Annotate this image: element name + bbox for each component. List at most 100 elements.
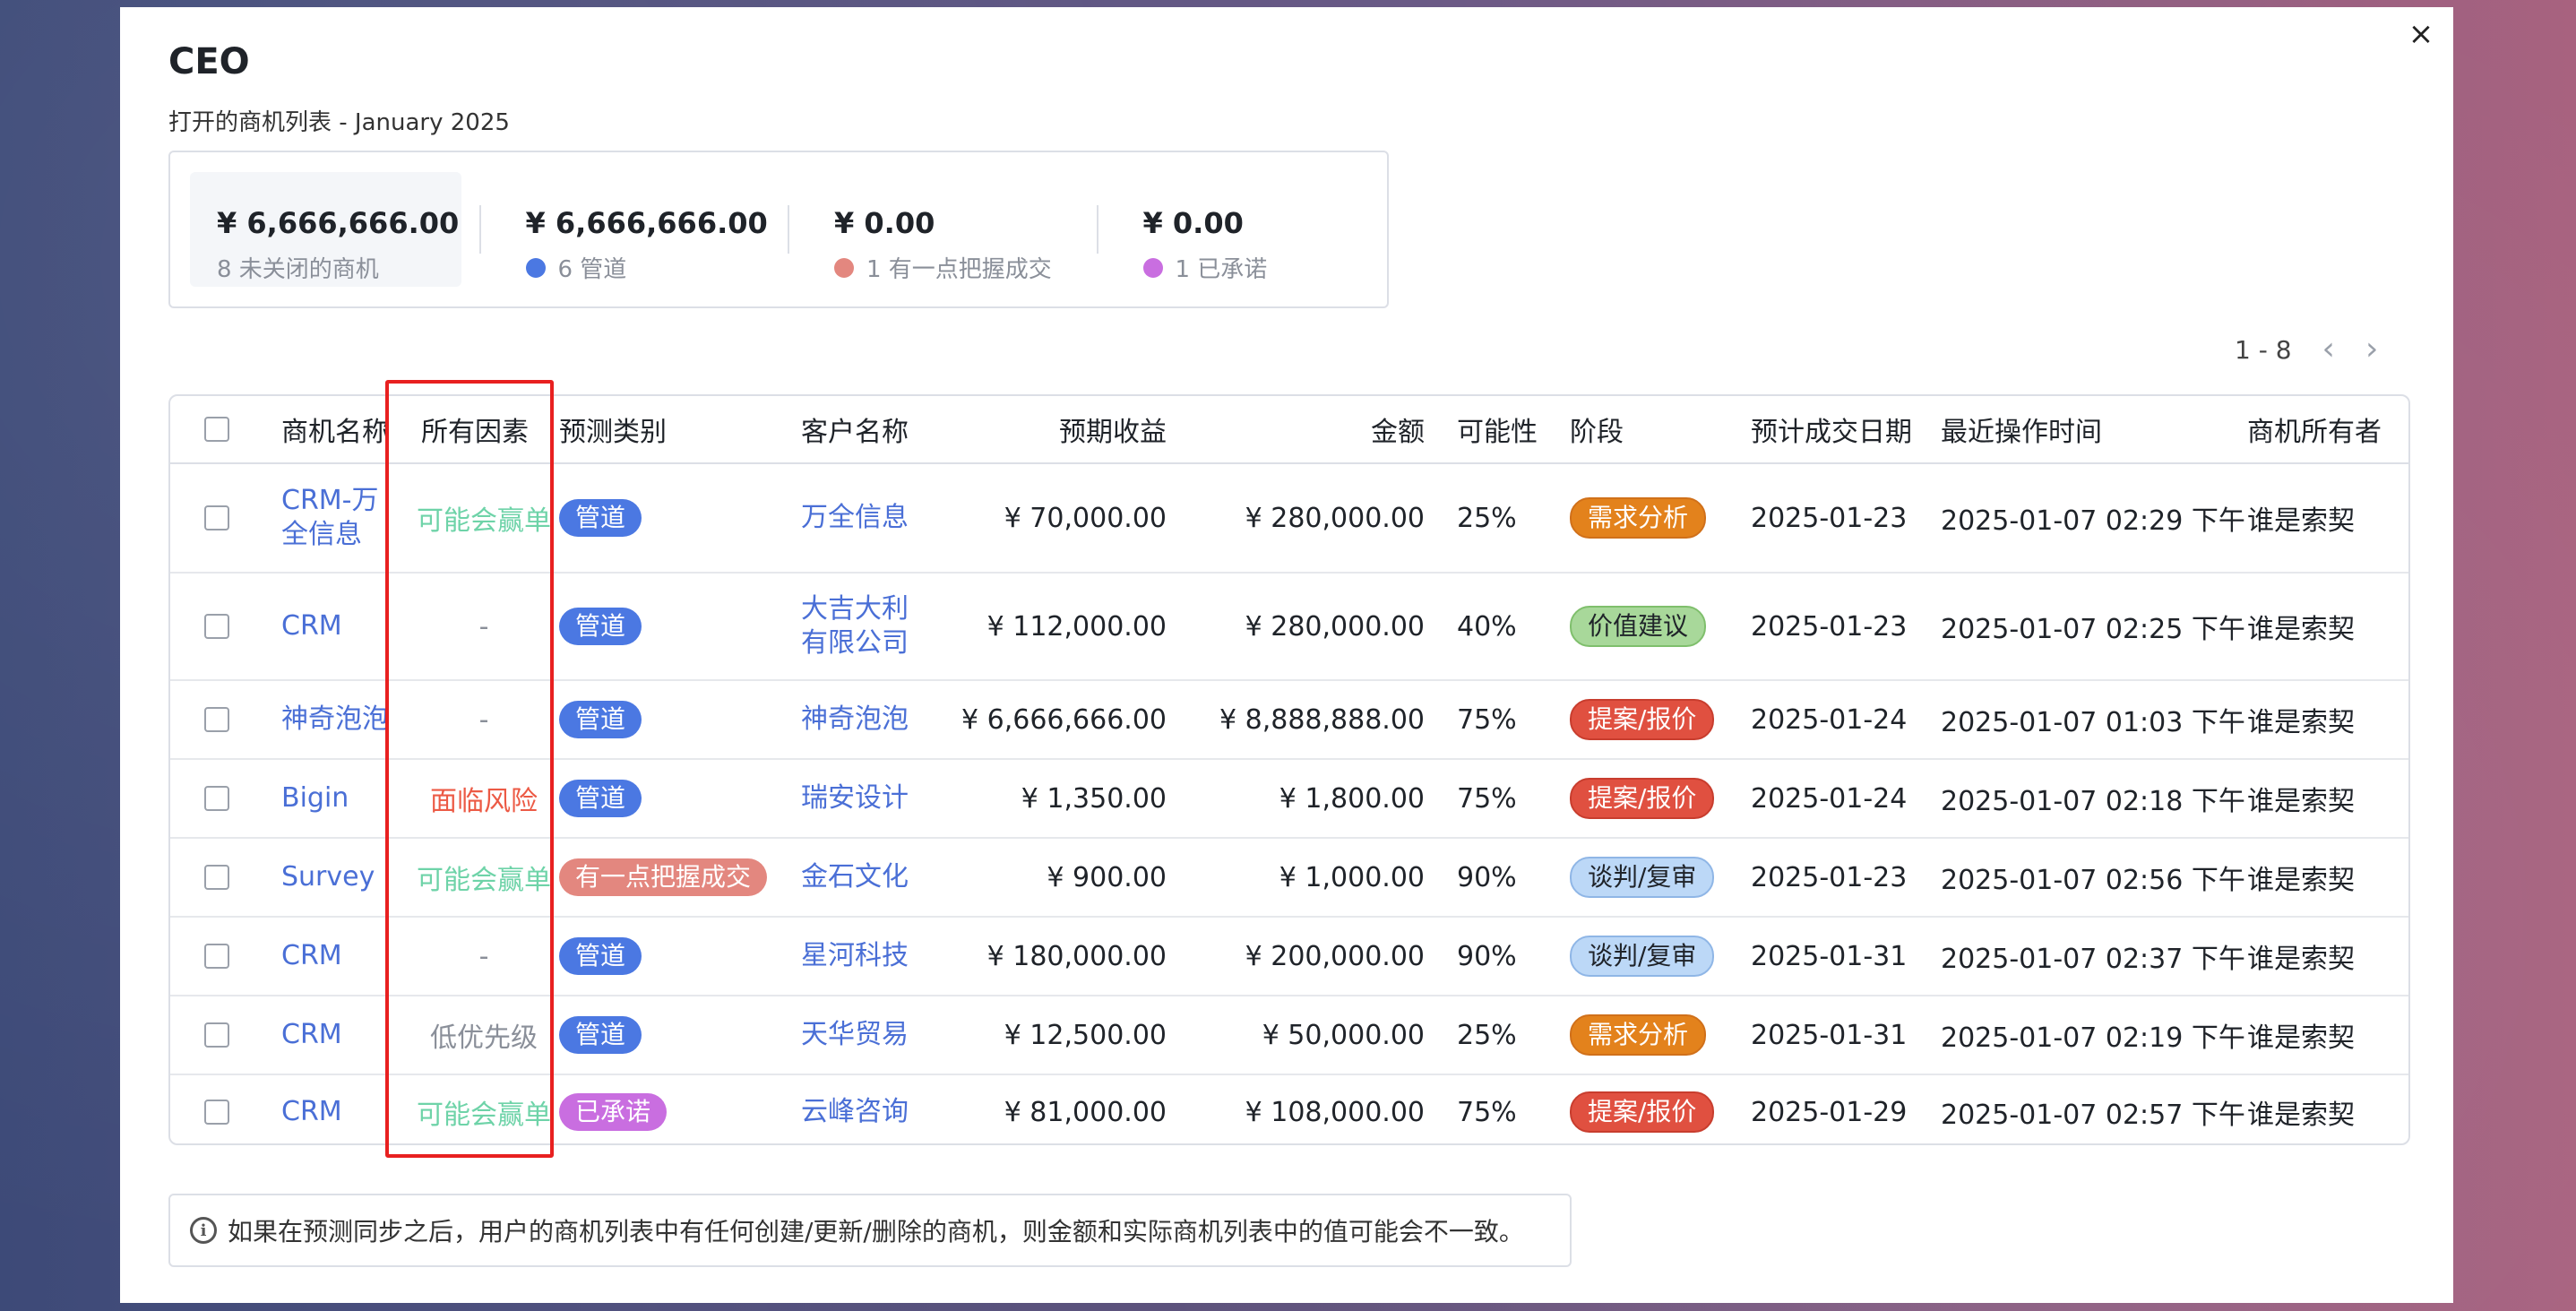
summary-card-committed[interactable]: ¥ 0.00 1 已承诺 — [1116, 172, 1388, 287]
expected-revenue-cell: ¥ 12,500.00 — [1004, 1019, 1167, 1051]
owner-cell: 谁是索契 — [2247, 707, 2355, 738]
row-select-cell — [204, 464, 229, 572]
probability-cell: 75% — [1457, 1096, 1517, 1128]
factor-label: 面临风险 — [430, 786, 538, 817]
customer-cell: 大吉大利 有限公司 — [801, 574, 944, 679]
header-amount[interactable]: 金额 — [1210, 396, 1425, 462]
table-row[interactable]: CRM-万 全信息 可能会赢单 管道 万全信息 ¥ 70,000.00 ¥ 280,000… — [170, 464, 2408, 574]
factor-cell: - — [412, 918, 556, 995]
summary-panel: ¥ 6,666,666.00 8 未关闭的商机 ¥ 6,666,666.00 6… — [168, 151, 1389, 308]
stage-cell: 谈判/复审 — [1570, 918, 1715, 995]
deal-name-link[interactable]: CRM — [281, 1095, 342, 1129]
table-row[interactable]: CRM 可能会赢单 已承诺 云峰咨询 ¥ 81,000.00 ¥ 108,000.00 75… — [170, 1075, 2408, 1143]
deal-name-link[interactable]: CRM — [281, 1018, 342, 1052]
deal-name-link[interactable]: CRM — [281, 609, 342, 643]
row-checkbox[interactable] — [204, 1100, 229, 1125]
table-row[interactable]: CRM - 管道 大吉大利 有限公司 ¥ 112,000.00 ¥ 280,000.00 4… — [170, 574, 2408, 681]
customer-link[interactable]: 神奇泡泡 — [801, 703, 909, 737]
summary-card-best-case[interactable]: ¥ 0.00 1 有一点把握成交 — [807, 172, 1079, 287]
row-checkbox[interactable] — [204, 707, 229, 732]
probability-cell: 90% — [1457, 861, 1517, 893]
close-date-cell: 2025-01-23 — [1751, 861, 1908, 893]
table-row[interactable]: Survey 可能会赢单 有一点把握成交 金石文化 ¥ 900.00 ¥ 1,000.00… — [170, 839, 2408, 918]
header-factors[interactable]: 所有因素 — [421, 396, 529, 462]
stage-cell: 价值建议 — [1570, 574, 1707, 679]
chevron-right-icon[interactable]: › — [2365, 333, 2378, 366]
probability-cell: 75% — [1457, 782, 1517, 815]
close-date-cell: 2025-01-29 — [1751, 1096, 1908, 1128]
select-all-checkbox[interactable] — [204, 417, 229, 442]
stage-cell: 提案/报价 — [1570, 760, 1715, 837]
header-name[interactable]: 商机名称 — [281, 396, 389, 462]
header-close-date[interactable]: 预计成交日期 — [1751, 396, 1912, 462]
stage-badge: 谈判/复审 — [1570, 936, 1715, 977]
table-row[interactable]: CRM 低优先级 管道 天华贸易 ¥ 12,500.00 ¥ 50,000.00 25% 需求… — [170, 996, 2408, 1075]
deal-name-link[interactable]: CRM-万 全信息 — [281, 484, 379, 552]
customer-link[interactable]: 云峰咨询 — [801, 1095, 909, 1129]
customer-link[interactable]: 万全信息 — [801, 501, 909, 535]
header-last-activity[interactable]: 最近操作时间 — [1941, 396, 2102, 462]
header-owner[interactable]: 商机所有者 — [2247, 396, 2382, 462]
customer-cell: 云峰咨询 — [801, 1075, 944, 1143]
table-row[interactable]: CRM - 管道 星河科技 ¥ 180,000.00 ¥ 200,000.00 90% 谈判/… — [170, 918, 2408, 996]
stage-cell: 提案/报价 — [1570, 681, 1715, 758]
customer-link[interactable]: 瑞安设计 — [801, 781, 909, 815]
close-date-cell: 2025-01-24 — [1751, 703, 1908, 736]
row-checkbox[interactable] — [204, 614, 229, 639]
summary-amount: ¥ 0.00 — [834, 206, 935, 240]
last-activity-cell: 2025-01-07 02:29 下午 — [1941, 505, 2245, 537]
summary-card-pipeline[interactable]: ¥ 6,666,666.00 6 管道 — [499, 172, 771, 287]
pipeline-dot-icon — [525, 257, 546, 278]
row-checkbox[interactable] — [204, 1022, 229, 1048]
customer-link[interactable]: 天华贸易 — [801, 1018, 909, 1052]
stage-badge: 提案/报价 — [1570, 1091, 1715, 1133]
row-checkbox[interactable] — [204, 944, 229, 969]
amount-cell: ¥ 1,000.00 — [1279, 861, 1425, 893]
forecast-badge: 管道 — [559, 608, 642, 645]
table-row[interactable]: 神奇泡泡 - 管道 神奇泡泡 ¥ 6,666,666.00 ¥ 8,888,888.00 7… — [170, 681, 2408, 760]
header-forecast[interactable]: 预测类别 — [559, 396, 667, 462]
row-select-cell — [204, 681, 229, 758]
last-activity-cell: 2025-01-07 02:57 下午 — [1941, 1100, 2245, 1131]
header-customer[interactable]: 客户名称 — [801, 396, 909, 462]
close-icon[interactable]: × — [2401, 14, 2441, 54]
row-checkbox[interactable] — [204, 786, 229, 811]
chevron-left-icon[interactable]: ‹ — [2322, 333, 2335, 366]
forecast-badge: 管道 — [559, 701, 642, 738]
header-stage[interactable]: 阶段 — [1570, 396, 1624, 462]
stage-badge: 提案/报价 — [1570, 778, 1715, 819]
row-checkbox[interactable] — [204, 865, 229, 890]
table-row[interactable]: Bigin 面临风险 管道 瑞安设计 ¥ 1,350.00 ¥ 1,800.00 75% 提案… — [170, 760, 2408, 839]
customer-link[interactable]: 大吉大利 有限公司 — [801, 592, 909, 660]
deal-name-link[interactable]: Bigin — [281, 781, 349, 815]
last-activity-cell: 2025-01-07 02:56 下午 — [1941, 865, 2245, 896]
close-date-cell: 2025-01-23 — [1751, 610, 1908, 643]
forecast-badge: 管道 — [559, 937, 642, 975]
stage-cell: 需求分析 — [1570, 996, 1707, 1074]
factor-label: 低优先级 — [430, 1022, 538, 1054]
deal-name-link[interactable]: 神奇泡泡 — [281, 703, 389, 737]
last-activity-cell: 2025-01-07 01:03 下午 — [1941, 707, 2245, 738]
header-expected[interactable]: 预期收益 — [977, 396, 1167, 462]
probability-cell: 90% — [1457, 940, 1517, 972]
deal-name-link[interactable]: CRM — [281, 939, 342, 973]
forecast-cell: 有一点把握成交 — [559, 839, 768, 916]
row-select-cell — [204, 918, 229, 995]
forecast-cell: 管道 — [559, 918, 642, 995]
amount-cell: ¥ 8,888,888.00 — [1219, 703, 1425, 736]
factor-cell: 可能会赢单 — [412, 1075, 556, 1143]
summary-card-open-deals[interactable]: ¥ 6,666,666.00 8 未关闭的商机 — [190, 172, 461, 287]
deal-name-link[interactable]: Survey — [281, 860, 375, 894]
last-activity-cell: 2025-01-07 02:19 下午 — [1941, 1022, 2245, 1054]
owner-cell: 谁是索契 — [2247, 786, 2355, 817]
header-probability[interactable]: 可能性 — [1457, 396, 1538, 462]
pagination: 1 - 8 ‹ › — [2235, 333, 2378, 366]
info-note-text: 如果在预测同步之后，用户的商机列表中有任何创建/更新/删除的商机，则金额和实际商… — [228, 1217, 1524, 1246]
row-checkbox[interactable] — [204, 505, 229, 530]
amount-cell: ¥ 1,800.00 — [1279, 782, 1425, 815]
stage-badge: 需求分析 — [1570, 497, 1707, 539]
forecast-cell: 管道 — [559, 760, 642, 837]
info-icon: i — [190, 1217, 217, 1244]
customer-link[interactable]: 星河科技 — [801, 939, 909, 973]
customer-link[interactable]: 金石文化 — [801, 860, 909, 894]
